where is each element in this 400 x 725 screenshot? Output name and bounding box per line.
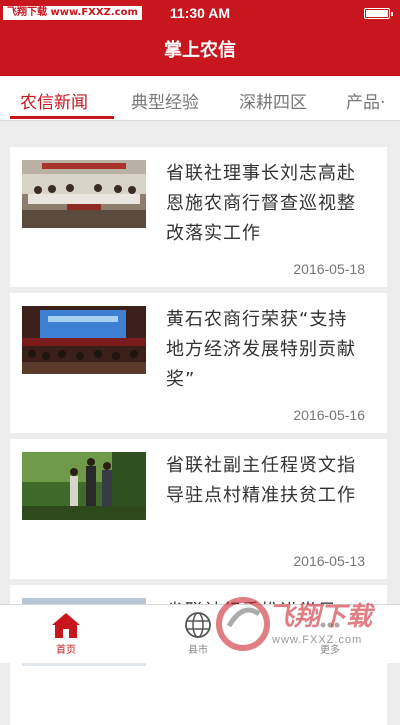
news-item[interactable]: 省联社理事长刘志高赴恩施农商行督查巡视整改落实工作 2016-05-18: [10, 147, 387, 287]
tab-products[interactable]: 产品·: [346, 88, 385, 113]
nav-home[interactable]: 首页: [26, 609, 106, 656]
nav-home-label: 首页: [56, 645, 76, 656]
app-header: 飞翔下载 www.FXXZ.com 11:30 AM 掌上农信: [0, 0, 400, 76]
tab-nongxin-news[interactable]: 农信新闻: [20, 88, 88, 113]
page-title: 掌上农信: [164, 40, 236, 61]
tab-deep-cultivation[interactable]: 深耕四区: [239, 88, 307, 113]
news-title: 省联社副主任程贤文指导驻点村精准扶贫工作: [166, 455, 356, 506]
news-thumbnail: [22, 306, 146, 374]
active-tab-indicator: [10, 116, 114, 119]
status-time: 11:30 AM: [169, 5, 231, 21]
battery-icon: [364, 8, 393, 19]
news-item[interactable]: 黄石农商行荣获“支持地方经济发展特别贡献奖” 2016-05-16: [10, 293, 387, 433]
news-thumbnail: [22, 160, 146, 228]
watermark-url: www.FXXZ.com: [272, 634, 363, 646]
news-date: 2016-05-13: [293, 553, 365, 569]
watermark-brand: 飞翔下载: [268, 602, 373, 632]
news-title: 省联社理事长刘志高赴恩施农商行督查巡视整改落实工作: [166, 163, 356, 244]
news-title: 黄石农商行荣获“支持地方经济发展特别贡献奖”: [166, 309, 356, 390]
status-bar: 飞翔下载 www.FXXZ.com 11:30 AM: [0, 0, 400, 26]
news-item[interactable]: 省联社副主任程贤文指导驻点村精准扶贫工作 2016-05-13: [10, 439, 387, 579]
news-date: 2016-05-18: [293, 261, 365, 277]
category-tabs: 农信新闻 典型经验 深耕四区 产品·: [0, 76, 400, 121]
tab-typical-experience[interactable]: 典型经验: [131, 88, 199, 113]
news-date: 2016-05-16: [293, 407, 365, 423]
home-icon: [52, 613, 80, 638]
globe-icon: [185, 612, 211, 638]
news-thumbnail: [22, 452, 146, 520]
